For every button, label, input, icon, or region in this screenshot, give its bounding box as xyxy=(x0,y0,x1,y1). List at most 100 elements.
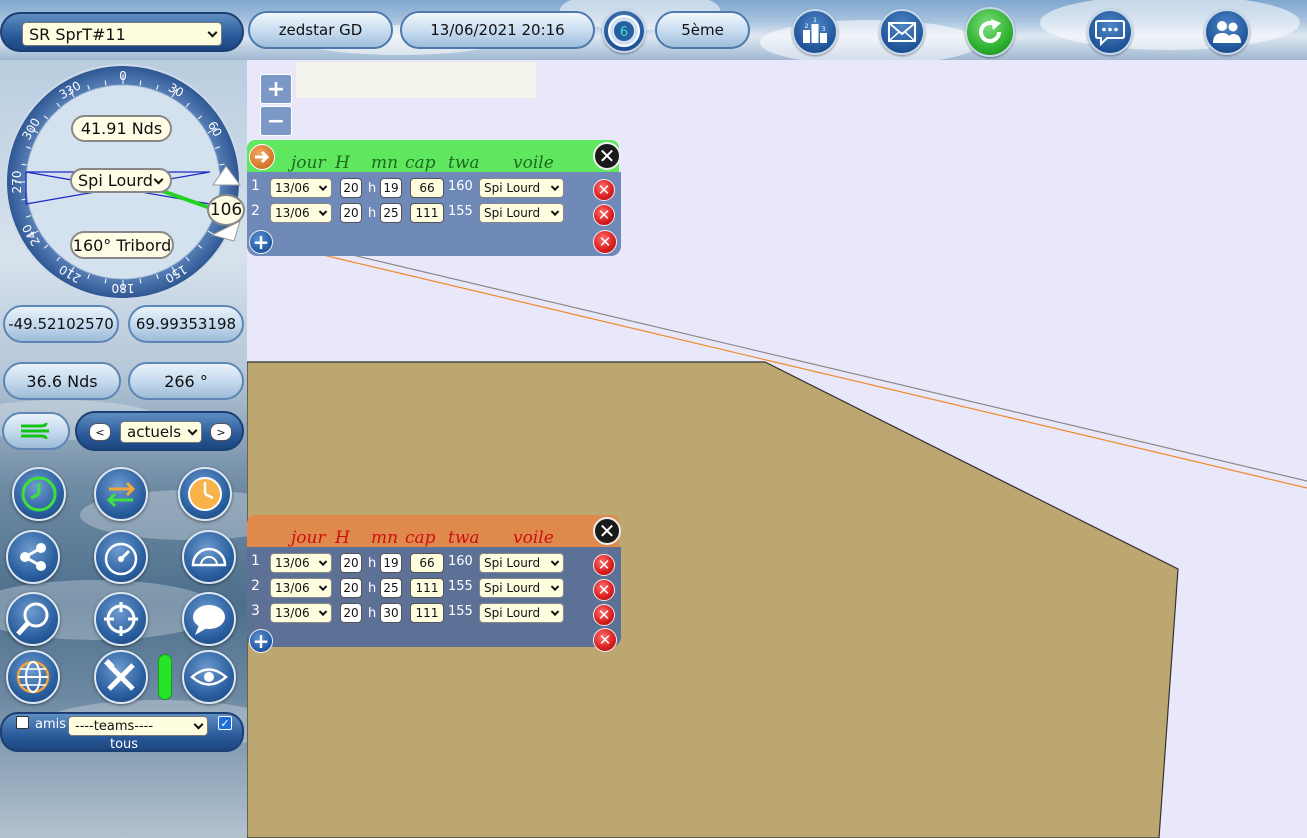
share-icon[interactable] xyxy=(6,530,60,584)
hour-sep: h xyxy=(368,181,377,196)
col-twa: twa xyxy=(448,153,480,173)
team-icon[interactable] xyxy=(1204,9,1250,55)
chat-icon[interactable] xyxy=(1087,9,1133,55)
add-row-button[interactable]: + xyxy=(249,629,273,653)
player-name[interactable]: zedstar GD xyxy=(248,11,393,49)
row-day-select[interactable]: 13/06 xyxy=(270,578,332,598)
wind-icon xyxy=(21,422,49,440)
row-day-select[interactable]: 13/06 xyxy=(270,553,332,573)
zoom-in-button[interactable]: + xyxy=(260,74,292,104)
row-sail-select[interactable]: Spi Lourd xyxy=(479,553,564,573)
wind-toggle-button[interactable] xyxy=(2,412,70,450)
col-h: H xyxy=(335,153,350,173)
wind-next-button[interactable]: > xyxy=(210,423,232,441)
row-minute-input[interactable]: 19 xyxy=(380,553,402,573)
col-mn: mn xyxy=(371,528,399,548)
globe-icon[interactable] xyxy=(6,650,60,704)
svg-text:1: 1 xyxy=(813,17,817,24)
row-hour-input[interactable]: 20 xyxy=(340,178,362,198)
crosshair-icon[interactable] xyxy=(94,592,148,646)
delete-row-button[interactable]: ✕ xyxy=(593,554,615,576)
row-sail-value: Spi Lourd xyxy=(484,556,541,570)
row-hour-input[interactable]: 20 xyxy=(340,578,362,598)
speech-bubble-icon[interactable] xyxy=(182,592,236,646)
row-minute-input[interactable]: 30 xyxy=(380,603,402,623)
teams-select[interactable]: ----teams---- xyxy=(68,716,208,736)
delete-all-button[interactable]: ✕ xyxy=(593,230,617,254)
delete-row-button[interactable]: ✕ xyxy=(593,204,615,226)
clock-green-icon[interactable] xyxy=(12,467,66,521)
wind-source-select[interactable]: actuels xyxy=(120,421,202,443)
teams-panel: amis ----teams---- ✓ tous xyxy=(0,712,244,752)
refresh-icon[interactable] xyxy=(965,7,1015,57)
sail-select[interactable]: Spi Lourd xyxy=(70,168,172,193)
row-number: 2 xyxy=(251,578,260,594)
boat-speed: 41.91 Nds xyxy=(71,115,172,142)
podium-icon[interactable]: 2 1 3 xyxy=(792,9,838,55)
wind-source-value: actuels xyxy=(127,423,182,441)
mail-icon[interactable] xyxy=(879,9,925,55)
heading-value[interactable]: 106 xyxy=(207,194,245,226)
row-hour-input[interactable]: 20 xyxy=(340,203,362,223)
eye-icon[interactable] xyxy=(182,650,236,704)
row-sail-select[interactable]: Spi Lourd xyxy=(479,178,564,198)
status-indicator xyxy=(158,654,172,700)
row-minute-input[interactable]: 25 xyxy=(380,203,402,223)
tous-checkbox[interactable]: ✓ xyxy=(218,716,232,730)
row-cap-input[interactable]: 111 xyxy=(410,578,444,598)
close-panel-2-button[interactable]: ✕ xyxy=(593,517,621,545)
row-day-select[interactable]: 13/06 xyxy=(270,603,332,623)
row-sail-value: Spi Lourd xyxy=(484,206,541,220)
row-sail-select[interactable]: Spi Lourd xyxy=(479,578,564,598)
tools-icon[interactable] xyxy=(94,650,148,704)
row-cap-input[interactable]: 66 xyxy=(410,178,444,198)
row-day-value: 13/06 xyxy=(275,556,310,570)
delete-row-button[interactable]: ✕ xyxy=(593,604,615,626)
amis-checkbox[interactable] xyxy=(16,716,29,729)
wind-source-wrapper: < actuels > xyxy=(75,411,244,451)
col-voile: voile xyxy=(513,528,554,548)
row-day-select[interactable]: 13/06 xyxy=(270,178,332,198)
row-twa: 155 xyxy=(448,204,473,219)
amis-label: amis xyxy=(35,717,67,732)
speedometer-icon[interactable] xyxy=(94,530,148,584)
row-day-value: 13/06 xyxy=(275,181,310,195)
race-select-value: SR SprT#11 xyxy=(29,24,126,44)
swap-arrows-icon[interactable] xyxy=(94,467,148,521)
arrow-right-icon[interactable] xyxy=(249,144,275,170)
race-select[interactable]: SR SprT#11 xyxy=(22,22,222,46)
row-sail-select[interactable]: Spi Lourd xyxy=(479,603,564,623)
program-panel-1: jour H mn cap twa voile ✕ 1 13/06 20 h 1… xyxy=(247,140,622,256)
add-row-button[interactable]: + xyxy=(249,230,273,254)
zoom-out-button[interactable]: − xyxy=(260,106,292,136)
row-hour-input[interactable]: 20 xyxy=(340,603,362,623)
row-sail-select[interactable]: Spi Lourd xyxy=(479,203,564,223)
delete-row-button[interactable]: ✕ xyxy=(593,179,615,201)
row-hour-input[interactable]: 20 xyxy=(340,553,362,573)
row-minute-input[interactable]: 25 xyxy=(380,578,402,598)
delete-row-button[interactable]: ✕ xyxy=(593,579,615,601)
delete-all-button[interactable]: ✕ xyxy=(593,628,617,652)
svg-text:2: 2 xyxy=(805,23,809,30)
hour-sep: h xyxy=(368,581,377,596)
rank-display[interactable]: 5ème xyxy=(655,11,750,49)
row-minute-input[interactable]: 19 xyxy=(380,178,402,198)
row-day-select[interactable]: 13/06 xyxy=(270,203,332,223)
compass-tick-label: 270 xyxy=(10,171,24,194)
row-cap-input[interactable]: 66 xyxy=(410,553,444,573)
clock-orange-icon[interactable] xyxy=(178,467,232,521)
col-voile: voile xyxy=(513,153,554,173)
row-cap-input[interactable]: 111 xyxy=(410,203,444,223)
protractor-icon[interactable] xyxy=(182,530,236,584)
wind-speed-display: 36.6 Nds xyxy=(3,362,121,400)
row-sail-value: Spi Lourd xyxy=(484,581,541,595)
row-cap-input[interactable]: 111 xyxy=(410,603,444,623)
program-panel-2: jour H mn cap twa voile ✕ 1 13/06 20 h 1… xyxy=(247,515,622,653)
magnifier-icon[interactable] xyxy=(6,592,60,646)
longitude-display: 69.99353198 xyxy=(128,305,244,343)
close-panel-1-button[interactable]: ✕ xyxy=(593,142,621,170)
wind-prev-button[interactable]: < xyxy=(89,423,111,441)
compass[interactable]: 0 30 60 150 180 210 240 270 300 330 41.91 Nds Spi… xyxy=(4,63,245,301)
timer-icon[interactable]: 6 xyxy=(602,9,646,53)
datetime-display[interactable]: 13/06/2021 20:16 xyxy=(400,11,595,49)
